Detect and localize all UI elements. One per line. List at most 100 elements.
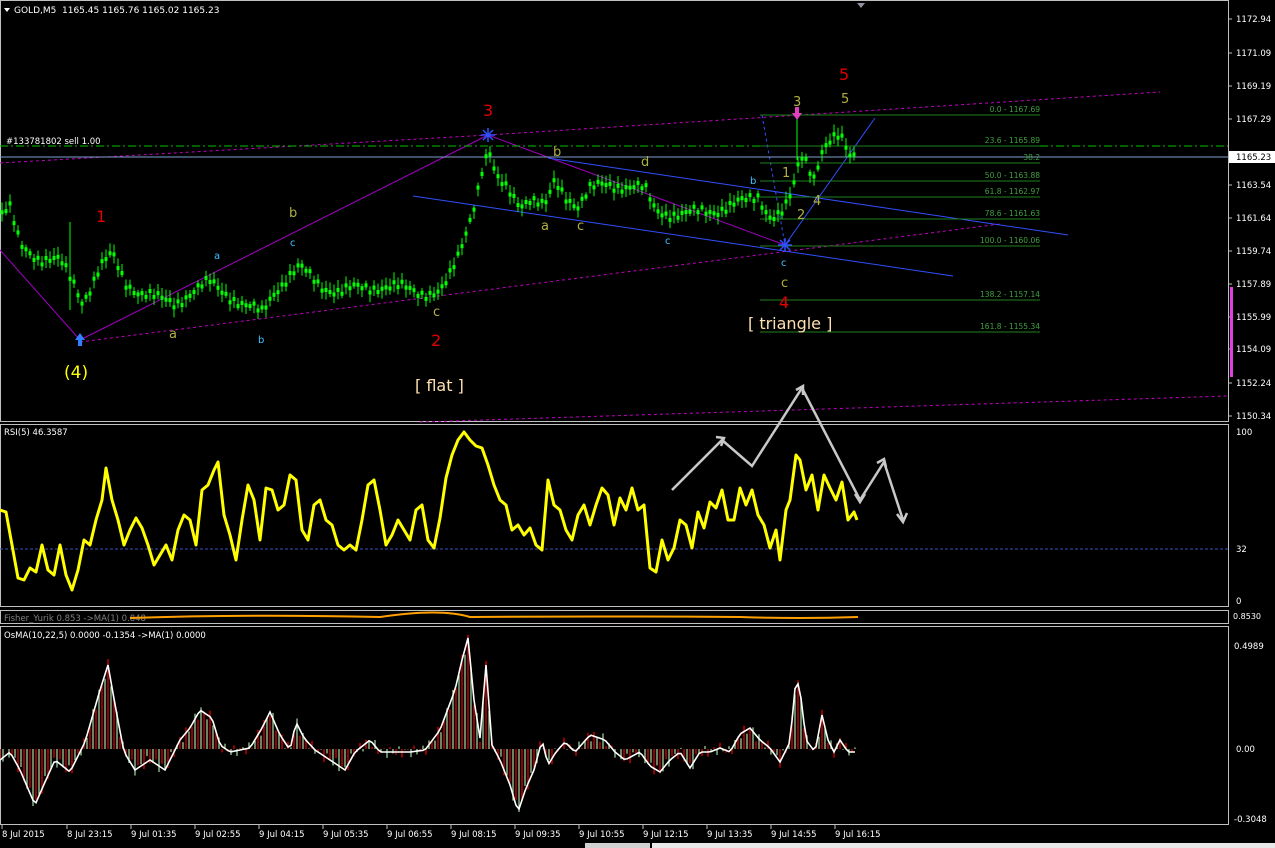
candle-body bbox=[92, 276, 96, 281]
candle-body bbox=[332, 292, 336, 297]
svg-text:5: 5 bbox=[841, 92, 849, 107]
candle-body bbox=[260, 305, 264, 310]
candle-body bbox=[188, 293, 192, 298]
candle-body bbox=[624, 185, 628, 190]
rsi-panel[interactable]: RSI(5) 46.3587 100 32 0 bbox=[0, 383, 1252, 607]
candle-body bbox=[736, 197, 740, 202]
price-tick: 1155.99 bbox=[1236, 313, 1271, 323]
candle-body bbox=[416, 293, 420, 298]
price-tick: 1167.29 bbox=[1236, 115, 1271, 125]
candle-body bbox=[320, 288, 324, 293]
candle-body bbox=[64, 263, 68, 268]
candle-body bbox=[412, 288, 416, 293]
candle-body bbox=[404, 285, 408, 290]
candle-body bbox=[836, 135, 840, 140]
candle-body bbox=[524, 199, 528, 204]
candle-body bbox=[16, 230, 20, 235]
time-tick: 9 Jul 16:15 bbox=[835, 830, 881, 840]
candle-body bbox=[460, 244, 464, 249]
candle-body bbox=[292, 271, 296, 276]
candle-body bbox=[352, 282, 356, 287]
candle-body bbox=[32, 257, 36, 262]
time-tick: 9 Jul 06:55 bbox=[387, 830, 433, 840]
candle-body bbox=[572, 204, 576, 209]
chart-menu-arrow-icon[interactable] bbox=[4, 8, 10, 12]
bottom-scrollbar[interactable] bbox=[585, 843, 1275, 848]
trend-channels bbox=[0, 91, 1229, 423]
candle-body bbox=[112, 252, 116, 257]
candle-body bbox=[400, 279, 404, 284]
candle-body bbox=[100, 259, 104, 264]
candle-body bbox=[728, 200, 732, 205]
candle-body bbox=[672, 211, 676, 216]
candle-body bbox=[132, 291, 136, 296]
candle-body bbox=[548, 189, 552, 194]
candle-body bbox=[488, 152, 492, 157]
candle-body bbox=[184, 295, 188, 300]
candle-body bbox=[312, 279, 316, 284]
candle-body bbox=[428, 290, 432, 295]
candle-body bbox=[512, 193, 516, 198]
candle-body bbox=[848, 153, 852, 158]
candle-body bbox=[828, 140, 832, 145]
candle-body bbox=[800, 156, 804, 161]
svg-text:2: 2 bbox=[797, 208, 805, 223]
candle-body bbox=[568, 198, 572, 203]
price-tick: 1169.19 bbox=[1236, 82, 1271, 92]
candle-body bbox=[784, 199, 788, 204]
fib-level-label: 50.0 - 1163.88 bbox=[985, 171, 1040, 180]
candle-body bbox=[60, 261, 64, 266]
candle-body bbox=[300, 263, 304, 268]
candle-body bbox=[692, 204, 696, 209]
candle-body bbox=[360, 286, 364, 291]
osma-histogram bbox=[0, 634, 856, 812]
candle-body bbox=[584, 194, 588, 199]
candle-body bbox=[768, 215, 772, 220]
svg-text:b: b bbox=[258, 335, 264, 346]
fisher-panel[interactable]: Fisher_Yurik 0.853 ->MA(1) 0.848 0.8530 bbox=[4, 611, 1261, 624]
candle-body bbox=[776, 210, 780, 215]
candle-body bbox=[628, 185, 632, 190]
osma-level-zero: 0.00 bbox=[1236, 745, 1255, 755]
fisher-line bbox=[129, 611, 859, 619]
fib-level-label: 23.6 - 1165.89 bbox=[985, 136, 1040, 145]
candle-body bbox=[156, 291, 160, 296]
candle-body bbox=[632, 185, 636, 190]
candle-body bbox=[420, 290, 424, 295]
fib-level-label: 0.0 - 1167.69 bbox=[990, 105, 1041, 114]
candle-body bbox=[172, 305, 176, 310]
candle-body bbox=[708, 210, 712, 215]
svg-text:c: c bbox=[665, 236, 671, 247]
candle-body bbox=[24, 247, 28, 252]
candle-body bbox=[272, 292, 276, 297]
candle-body bbox=[244, 303, 248, 308]
candle-body bbox=[168, 298, 172, 303]
triangle-label: [ triangle ] bbox=[748, 314, 832, 333]
candle-body bbox=[4, 209, 8, 214]
price-tick: 1150.34 bbox=[1236, 412, 1271, 422]
candle-body bbox=[816, 165, 820, 170]
candle-body bbox=[76, 293, 80, 298]
chart-window[interactable]: GOLD,M5 1165.45 1165.76 1165.02 1165.23 … bbox=[0, 0, 1275, 848]
candle-body bbox=[484, 154, 488, 159]
candle-body bbox=[436, 289, 440, 294]
osma-panel[interactable]: OsMA(10,22,5) 0.0000 -0.1354 ->MA(1) 0.0… bbox=[0, 631, 1267, 825]
wave-4-label: 4 bbox=[779, 293, 789, 312]
panel-frames bbox=[0, 0, 1229, 825]
candle-body bbox=[644, 183, 648, 188]
candle-body bbox=[596, 179, 600, 184]
main-chart-panel[interactable]: 0.0 - 1167.69 23.6 - 1165.89 38.2 50.0 - 11… bbox=[0, 15, 1275, 423]
candle-body bbox=[588, 182, 592, 187]
price-tick: 1157.89 bbox=[1236, 280, 1271, 290]
candle-body bbox=[604, 183, 608, 188]
svg-text:c: c bbox=[577, 219, 584, 234]
price-tick: 1163.54 bbox=[1236, 181, 1271, 191]
candle-body bbox=[520, 204, 524, 209]
price-tick: 1159.74 bbox=[1236, 247, 1271, 257]
rsi-level-32: 32 bbox=[1236, 545, 1247, 555]
fib-level-label: 61.8 - 1162.97 bbox=[985, 187, 1040, 196]
candle-body bbox=[492, 166, 496, 171]
candle-body bbox=[108, 251, 112, 256]
candle-body bbox=[44, 255, 48, 260]
candle-body bbox=[580, 196, 584, 201]
